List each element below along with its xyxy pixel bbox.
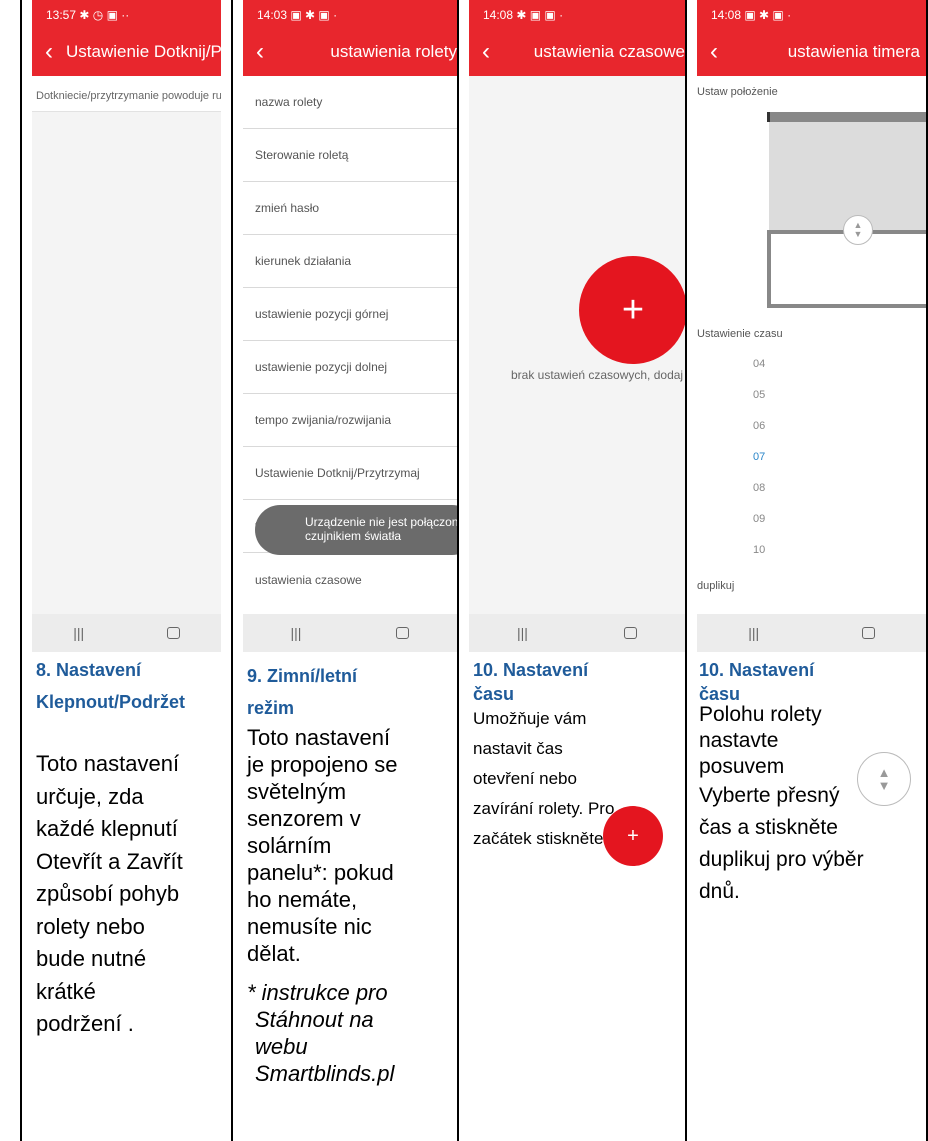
status-bar: 14:08 ▣ ✱ ▣ ·	[697, 0, 926, 28]
hour-option[interactable]: 04	[697, 348, 926, 379]
list-item[interactable]: Ustawienie Dotknij/Przytrzymaj	[243, 447, 457, 500]
list-item[interactable]: ustawienie pozycji górnej	[243, 288, 457, 341]
list-item[interactable]: zmień hasło	[243, 182, 457, 235]
hour-option[interactable]: 08	[697, 472, 926, 503]
system-nav-bar: |||	[469, 614, 685, 652]
slider-handle-icon: ▲ ▼	[857, 752, 911, 806]
phone-screenshot: 14:08 ▣ ✱ ▣ · ‹ ustawienia timera Ustaw …	[697, 0, 926, 652]
status-bar: 14:03 ▣ ✱ ▣ ·	[243, 0, 457, 28]
system-nav-bar: |||	[32, 614, 221, 652]
hour-option[interactable]: 06	[697, 410, 926, 441]
phone-screenshot: 14:08 ✱ ▣ ▣ · ‹ ustawienia czasowe + bra…	[469, 0, 685, 652]
caption-body: Toto nastavení je propojeno se světelným…	[247, 725, 398, 966]
toast-message: Urządzenie nie jest połączone z czujniki…	[255, 505, 457, 555]
add-icon: +	[603, 806, 663, 866]
add-timer-button[interactable]: +	[579, 256, 685, 364]
phone-screenshot: 13:57 ✱ ◷ ▣ ·· ‹ Ustawienie Dotknij/Przy…	[32, 0, 221, 652]
empty-state-text: brak ustawień czasowych, dodaj	[511, 368, 684, 382]
list-item[interactable]: kierunek działania	[243, 235, 457, 288]
home-icon[interactable]	[166, 627, 180, 639]
slider-handle-icon[interactable]: ▲ ▼	[843, 215, 873, 245]
back-arrow-icon[interactable]: ‹	[32, 38, 66, 66]
recents-icon[interactable]: |||	[73, 625, 84, 641]
screen-title: ustawienia czasowe	[533, 42, 685, 61]
step-10b-column: 14:08 ▣ ✱ ▣ · ‹ ustawienia timera Ustaw …	[685, 0, 928, 1141]
list-item[interactable]: nazwa rolety	[243, 76, 457, 129]
list-item[interactable]: ustawienie pozycji dolnej	[243, 341, 457, 394]
position-label: Ustaw położenie	[697, 86, 778, 98]
list-item[interactable]: tempo zwijania/rozwijania	[243, 394, 457, 447]
app-bar: ‹ ustawienia timera	[697, 28, 926, 76]
app-bar: ‹ ustawienia czasowe	[469, 28, 685, 76]
home-icon[interactable]	[396, 627, 410, 639]
hour-option[interactable]: 09	[697, 503, 926, 534]
caption: 9. Zimní/letní režim Toto nastavení je p…	[247, 660, 451, 1087]
status-bar: 13:57 ✱ ◷ ▣ ··	[32, 0, 221, 28]
screen-title: ustawienia rolety	[330, 42, 457, 61]
app-bar: ‹ ustawienia rolety	[243, 28, 457, 76]
list-item[interactable]: ustawienia czasowe	[243, 553, 457, 606]
home-icon[interactable]	[861, 627, 875, 639]
description-text: Dotkniecie/przytrzymanie powoduje ruch	[32, 76, 221, 112]
screen-title: ustawienia timera	[787, 42, 920, 61]
hour-option[interactable]: 05	[697, 379, 926, 410]
system-nav-bar: |||	[243, 614, 457, 652]
content-area: Dotkniecie/przytrzymanie powoduje ruch	[32, 76, 221, 614]
back-arrow-icon[interactable]: ‹	[697, 38, 731, 66]
step-10-column: 14:08 ✱ ▣ ▣ · ‹ ustawienia czasowe + bra…	[457, 0, 685, 1141]
list-item[interactable]: Sterowanie roletą	[243, 129, 457, 182]
app-bar: ‹ Ustawienie Dotknij/Przytrzymaj	[32, 28, 221, 76]
time-label: Ustawienie czasu	[697, 328, 783, 340]
caption-heading: 10. Nastavení času	[699, 660, 815, 704]
status-bar: 14:08 ✱ ▣ ▣ ·	[469, 0, 685, 28]
recents-icon[interactable]: |||	[748, 625, 759, 641]
duplicate-button[interactable]: duplikuj	[697, 580, 734, 592]
step-9-column: 14:03 ▣ ✱ ▣ · ‹ ustawienia rolety nazwa …	[231, 0, 457, 1141]
caption-heading: 8. Nastavení Klepnout/Podržet	[36, 660, 185, 712]
recents-icon[interactable]: |||	[517, 625, 528, 641]
content-area: Ustaw położenie ▲ ▼ Ustawienie czasu 04 0…	[697, 76, 926, 614]
hour-option-selected[interactable]: 07	[697, 441, 926, 472]
home-icon[interactable]	[623, 627, 637, 639]
screen-title: Ustawienie Dotknij/Przytrzymaj	[66, 42, 221, 61]
recents-icon[interactable]: |||	[291, 625, 302, 641]
caption-heading: 9. Zimní/letní režim	[247, 666, 358, 718]
back-arrow-icon[interactable]: ‹	[469, 38, 503, 66]
hour-option[interactable]: 10	[697, 534, 926, 565]
step-8-column: 13:57 ✱ ◷ ▣ ·· ‹ Ustawienie Dotknij/Przy…	[20, 0, 231, 1141]
caption-body: Toto nastavení určuje, zda každé klepnut…	[36, 751, 183, 1036]
back-arrow-icon[interactable]: ‹	[243, 38, 277, 66]
blind-position-slider[interactable]: ▲ ▼	[767, 112, 926, 308]
caption-note: * instrukce pro Stáhnout na webu Smartbl…	[247, 980, 395, 1086]
system-nav-bar: |||	[697, 614, 926, 652]
caption: 8. Nastavení Klepnout/Podržet Toto nasta…	[36, 654, 225, 1041]
caption-heading: 10. Nastavení času	[473, 660, 589, 704]
content-area: + brak ustawień czasowych, dodaj	[469, 76, 685, 614]
hour-picker[interactable]: 04 05 06 07 08 09 10	[697, 348, 926, 565]
phone-screenshot: 14:03 ▣ ✱ ▣ · ‹ ustawienia rolety nazwa …	[243, 0, 457, 652]
